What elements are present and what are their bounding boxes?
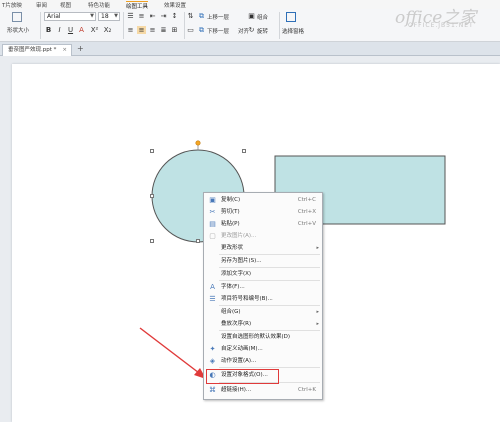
menu-item-label: 设置自选图形的默认效果(D)	[221, 334, 291, 340]
menu-item-order[interactable]: 叠放次序(R) ▸	[204, 319, 322, 329]
submenu-arrow-icon: ▸	[316, 321, 319, 327]
resize-handle[interactable]	[242, 149, 246, 153]
menu-item-hyperlink[interactable]: ⌘ 超链接(H)... Ctrl+K	[204, 385, 322, 395]
menu-item-label: 粘贴(P)	[221, 221, 240, 227]
menu-item-custom-animation[interactable]: ✦ 自定义动画(M)...	[204, 344, 322, 354]
resize-handle[interactable]	[150, 194, 154, 198]
menu-separator	[219, 280, 320, 281]
image-icon: ▢	[209, 232, 216, 240]
hyperlink-icon: ⌘	[209, 386, 216, 394]
menu-item-paste[interactable]: ▤ 粘贴(P) Ctrl+V	[204, 219, 322, 229]
font-icon: A	[210, 283, 215, 291]
shortcut-label: Ctrl+X	[297, 209, 316, 215]
resize-handle[interactable]	[196, 239, 200, 243]
menu-item-label: 剪切(T)	[221, 209, 240, 215]
submenu-arrow-icon: ▸	[316, 245, 319, 251]
menu-item-label: 复制(C)	[221, 197, 241, 203]
animation-icon: ✦	[209, 345, 216, 353]
menu-item-change-picture: ▢ 更改图片(A)...	[204, 231, 322, 241]
copy-icon: ▣	[209, 196, 216, 204]
menu-item-set-default-shape[interactable]: 设置自选图形的默认效果(D)	[204, 332, 322, 342]
menu-item-label: 组合(G)	[221, 309, 241, 315]
menu-item-label: 字体(F)...	[221, 284, 245, 290]
rotation-handle[interactable]	[195, 140, 201, 146]
shortcut-label: Ctrl+V	[297, 221, 316, 227]
shortcut-label: Ctrl+K	[297, 387, 316, 393]
menu-item-bullets-numbering[interactable]: ☰ 项目符号和编号(B)...	[204, 294, 322, 304]
menu-item-action-settings[interactable]: ◈ 动作设置(A)...	[204, 356, 322, 366]
menu-item-label: 添加文字(X)	[221, 271, 252, 277]
paste-icon: ▤	[209, 220, 216, 228]
menu-separator	[219, 330, 320, 331]
highlight-box	[206, 369, 279, 384]
menu-item-label: 另存为图片(S)...	[221, 258, 262, 264]
resize-handle[interactable]	[150, 149, 154, 153]
menu-item-label: 自定义动画(M)...	[221, 346, 263, 352]
menu-item-label: 超链接(H)...	[221, 387, 252, 393]
menu-item-add-text[interactable]: 添加文字(X)	[204, 269, 322, 279]
menu-item-label: 更改图片(A)...	[221, 233, 257, 239]
menu-item-copy[interactable]: ▣ 复制(C) Ctrl+C	[204, 195, 322, 205]
menu-item-cut[interactable]: ✂ 剪切(T) Ctrl+X	[204, 207, 322, 217]
menu-item-label: 项目符号和编号(B)...	[221, 296, 273, 302]
menu-item-change-shape[interactable]: 更改形状 ▸	[204, 243, 322, 253]
menu-item-label: 动作设置(A)...	[221, 358, 257, 364]
menu-separator	[219, 254, 320, 255]
action-icon: ◈	[209, 357, 216, 365]
submenu-arrow-icon: ▸	[316, 309, 319, 315]
menu-item-label: 叠放次序(R)	[221, 321, 252, 327]
menu-item-font[interactable]: A 字体(F)...	[204, 282, 322, 292]
resize-handle[interactable]	[150, 239, 154, 243]
bullet-list-icon: ☰	[209, 295, 216, 303]
menu-item-group[interactable]: 组合(G) ▸	[204, 307, 322, 317]
annotation-arrow	[139, 327, 204, 377]
shortcut-label: Ctrl+C	[297, 197, 316, 203]
menu-separator	[219, 367, 320, 368]
menu-separator	[219, 267, 320, 268]
menu-separator	[219, 305, 320, 306]
scissors-icon: ✂	[209, 208, 216, 216]
menu-item-save-as-picture[interactable]: 另存为图片(S)...	[204, 256, 322, 266]
menu-item-label: 更改形状	[221, 245, 244, 251]
